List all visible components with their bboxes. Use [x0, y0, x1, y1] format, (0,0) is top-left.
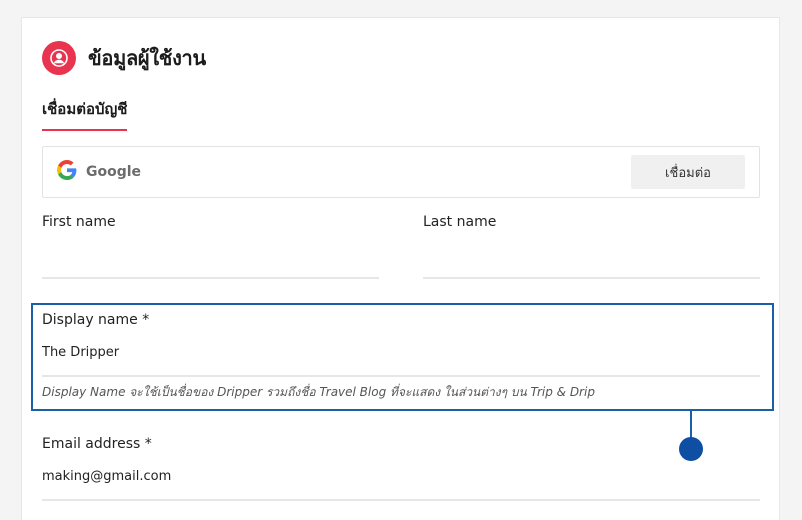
email-underline — [42, 499, 760, 501]
page-header: ข้อมูลผู้ใช้งาน — [42, 41, 206, 75]
first-name-underline — [42, 277, 379, 279]
last-name-label: Last name — [423, 214, 497, 230]
page-title: ข้อมูลผู้ใช้งาน — [88, 46, 206, 70]
google-icon — [57, 160, 77, 184]
display-name-underline — [42, 375, 760, 377]
first-name-label: First name — [42, 214, 116, 230]
annotation-connector-line — [690, 411, 692, 438]
connect-button[interactable]: เชื่อมต่อ — [631, 155, 745, 189]
email-input[interactable] — [42, 469, 662, 484]
display-name-hint: Display Name จะใช้เป็นชื่อของ Dripper รว… — [42, 385, 595, 399]
last-name-input[interactable] — [423, 248, 760, 263]
display-name-input[interactable] — [42, 345, 758, 360]
tab-connect-account[interactable]: เชื่อมต่อบัญชี — [42, 97, 128, 131]
annotation-dot — [679, 437, 703, 461]
display-name-label: Display name * — [42, 312, 150, 328]
email-label: Email address * — [42, 436, 152, 452]
google-label: Google — [86, 164, 142, 180]
google-connect-box: Google เชื่อมต่อ — [42, 146, 760, 198]
first-name-input[interactable] — [42, 248, 379, 263]
user-circle-icon — [42, 41, 76, 75]
last-name-underline — [423, 277, 760, 279]
